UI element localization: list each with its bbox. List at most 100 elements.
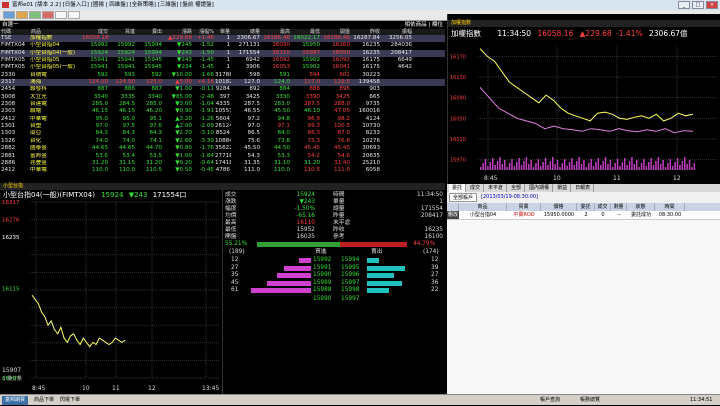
quote-cell: 8233 [365,130,380,137]
status-flash-button[interactable]: 閃電下單 [60,395,80,406]
quote-name: 南亞 [30,130,42,137]
futures-chart-panel: 小型台指04(一般)(FIMTX04) 15924 ▼243 171554口 1… [0,190,222,395]
quote-row[interactable]: 2308 台達電 285.0 284.5 285.0 ▼3.00 -1.04 4335 287.… [0,101,445,108]
toolbar-chart-icon[interactable] [16,11,28,19]
quote-code: 2886 [1,159,16,166]
quote-row[interactable]: FIMTX05 小型台指05(一般) 15941 15941 15945 ▼234 -1.4… [0,64,445,71]
quote-label: 參考 [333,234,345,240]
quote-row[interactable]: 3008 大立光 3340 3335 3340 ▼85.00 -2.48 397 3425 333… [0,94,445,101]
quote-cell: 45.45 [333,145,350,152]
order-account-label[interactable]: 全部帳戶 [449,192,478,202]
quote-cell [381,94,413,101]
order-tab[interactable]: 未平倉 [485,184,508,192]
order-col-header[interactable]: 商品 [459,203,507,211]
index-volume-bar [511,159,513,170]
order-tab[interactable]: 損益 [554,184,572,192]
status-account-button[interactable]: 帳戶查詢 [540,395,560,406]
quote-cell: 592 [151,71,162,78]
quote-panel-options[interactable]: 相依商品 | 欄位 [405,21,443,29]
futures-tab[interactable]: 小型台指 [0,183,445,190]
order-col-header[interactable]: 價格 [541,203,577,211]
quote-cell: 53.6 [95,152,108,159]
quote-row[interactable]: TSE 加權指數 16058.16 ▲229.68 +1.45 1 2306.67 16186… [0,35,445,43]
quote-cell: -2.48 [199,93,214,100]
quote-cell: 31.40 [333,159,350,166]
quote-cell: 27716 [215,152,231,159]
quote-row[interactable]: 1301 台塑 97.0 97.5 97.6 ▲2.00 -2.0926124 97.0 97.… [0,123,445,130]
order-tab[interactable]: 委託 [449,184,467,192]
index-volume-bar [631,157,633,170]
status-broker-button[interactable]: 富邦期貨 [2,396,29,405]
quote-cell: 46.15 [91,108,108,115]
order-row[interactable]: 刪改 小型台指04 平賣ROD 15950.0000 2 0 -- 委託成功 08:30:00 [447,211,720,219]
quote-row[interactable]: 2886 兆豐金 31.20 31.15 31.20 ▼0.20 -0.6417418 31.… [0,160,445,167]
quote-code: 2881 [1,152,16,159]
quote-cell: ▼0.90 [175,108,192,115]
quote-row[interactable]: 2412 中華電 95.0 95.0 95.1 ▲3.20 -1.26 5604 97.2 94.… [0,116,445,123]
order-col-header[interactable]: 委託 [577,203,595,211]
quote-cell: ▼234 [177,64,192,71]
index-tab[interactable]: 加權指數 [448,20,720,27]
index-volume-bar [640,163,643,170]
order-tab[interactable]: 全部 [508,184,526,192]
order-tab[interactable]: 日報表 [572,184,595,192]
status-order-button[interactable]: 商品下單 [34,395,54,406]
index-volume-bar [655,161,657,170]
toolbar-alert-icon[interactable] [42,11,54,19]
toolbar-settings-icon[interactable] [68,11,80,19]
quote-cell: 285.0 [91,101,108,108]
quote-row[interactable]: FIMTX04 小型台指04 15992 15992 15994 ▼245 -1.52 1 27… [0,42,445,49]
quote-cell: 31.15 [118,159,135,166]
ask-qty: 39 [431,264,439,271]
order-col-header[interactable]: 狀態 [627,203,655,211]
quote-cell: 95.0 [95,115,108,122]
order-col-header[interactable]: 買賣 [507,203,541,211]
quote-row[interactable]: 2303 聯電 46.15 46.15 46.20 ▼0.90 -1.91105578 46.… [0,108,445,115]
quote-row[interactable]: 1303 南亞 84.3 84.3 84.3 ▼2.70 -3.10 8524 86.5 84.0… [0,130,445,137]
order-col-header[interactable] [447,203,459,211]
quote-name: 小型台指04(一般) [30,49,76,56]
quote-cell: 31.10 [273,159,290,166]
quote-name: 中華電 [30,167,47,174]
order-cancel-button[interactable]: 刪改 [447,211,459,219]
order-tab[interactable]: 成交 [467,184,485,192]
toolbar-order-icon[interactable] [29,11,41,19]
quote-row[interactable]: FIMTX05 小型台指05 15941 15941 15945 ▼243 -1.45 1 69… [0,57,445,64]
bid-price: 15989 [313,279,332,286]
quote-cell: 886 [124,86,135,93]
quote-cell: 16041 [332,64,350,71]
quote-cell: ▲5.00 [175,79,192,86]
quote-row[interactable]: 2330 台積電 592 593 592 ▼10.00 -1.6631788 598 591 59… [0,72,445,79]
quote-row[interactable]: 2454 聯發科 887 886 887 ▼1.00 -0.11 9284 892 884 888 8… [0,86,445,93]
quote-cell: 16022.17 [293,35,320,41]
order-cell: 15950.0000 [543,212,575,218]
quote-name: 國泰金 [30,145,47,152]
toolbar-quote-icon[interactable] [3,11,15,19]
order-col-header[interactable]: 成交 [595,203,611,211]
quote-row[interactable]: 2412 中華電 110.0 110.0 110.5 ▼0.50 -0.45 4786 111.… [0,167,445,174]
status-overview-button[interactable]: 帳務總覽 [580,395,600,406]
quote-value: 1 [439,199,443,205]
quote-cell: 16287.84 [353,35,380,41]
quote-cell [381,101,413,108]
quote-row[interactable]: 2317 鴻海 124.50 124.50 125.0 ▲5.00 +4.18101823 1… [0,79,445,87]
quote-cell: 84.3 [149,130,162,137]
index-volume-bar [619,166,621,170]
minimize-icon[interactable]: _ [678,1,690,9]
quote-row[interactable]: 1326 台化 74.0 74.0 74.1 ▼2.60 -3.3910884 75.6 73.… [0,138,445,145]
order-col-header[interactable]: 時間 [655,203,685,211]
order-tab[interactable]: 國內期權 [526,184,554,192]
close-icon[interactable]: × [706,1,718,9]
quote-cell: 124.50 [88,79,108,86]
quote-code: 2330 [1,71,16,78]
quote-code: 2303 [1,108,16,115]
quote-cell: 97.1 [277,123,290,130]
quote-row[interactable]: 2881 富邦金 53.6 53.4 53.5 ▼1.00 -1.8427716 54.3 53… [0,153,445,160]
maximize-icon[interactable]: □ [692,1,704,9]
quote-row[interactable]: FIMTX04 小型台指04(一般) 15924 15924 15994 ▼243 -1.5… [0,49,445,58]
quote-row[interactable]: 2882 國泰金 44.65 44.65 44.70 ▼0.80 -1.7635622 45.… [0,145,445,152]
index-volume-bar [645,166,648,170]
ask-sum: 15997 [341,296,360,302]
toolbar-news-icon[interactable] [55,11,67,19]
order-col-header[interactable]: 剩量 [611,203,627,211]
